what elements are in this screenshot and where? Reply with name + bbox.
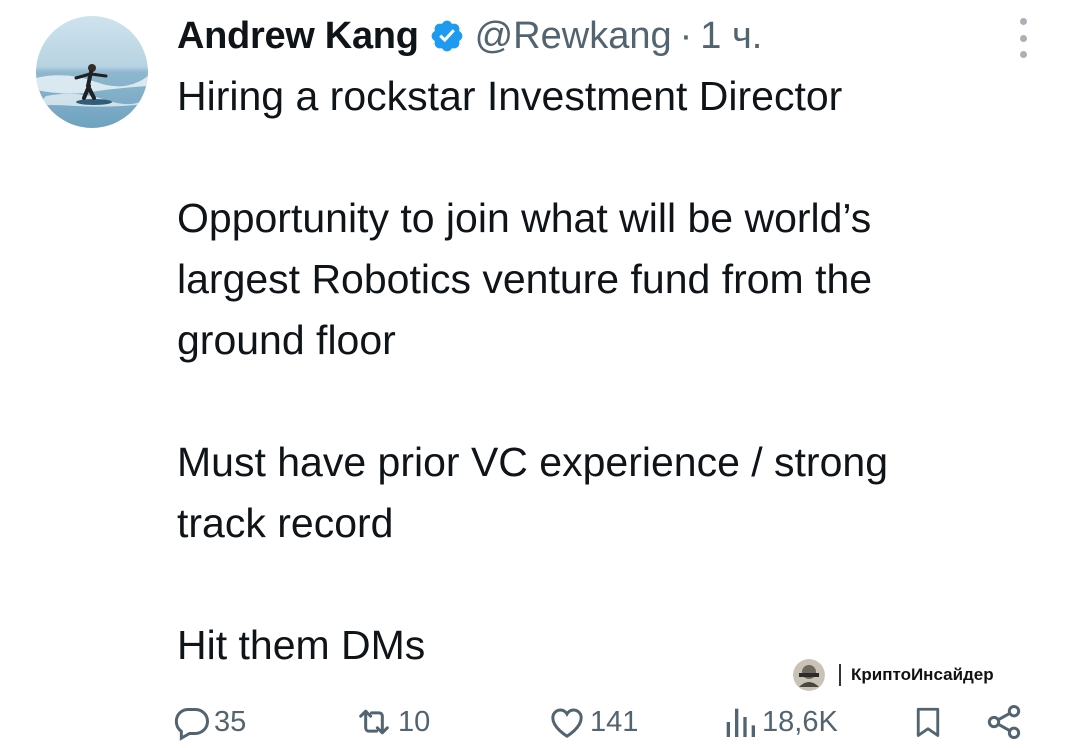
watermark-divider	[839, 664, 841, 686]
views-count: 18,6K	[762, 705, 838, 738]
views-icon	[720, 702, 760, 742]
tweet-text: Hiring a rockstar Investment Director Op…	[177, 66, 1037, 676]
more-options-icon[interactable]	[1008, 16, 1038, 60]
retweet-count: 10	[398, 705, 431, 738]
tweet-line: Opportunity to join what will be world’s	[177, 195, 872, 241]
channel-watermark: КриптоИнсайдер	[793, 658, 994, 692]
header-separator: ·	[679, 14, 693, 57]
author-name[interactable]: Andrew Kang	[177, 15, 419, 58]
tweet-timestamp[interactable]: 1 ч.	[700, 15, 762, 58]
tweet-action-bar: 35 10 141 18,6K	[172, 700, 1032, 744]
author-handle[interactable]: @Rewkang	[475, 15, 672, 58]
bookmark-button[interactable]	[910, 700, 946, 744]
tweet-line: ground floor	[177, 317, 396, 363]
tweet-line: largest Robotics venture fund from the	[177, 256, 873, 302]
reply-button[interactable]: 35	[172, 700, 246, 744]
tweet-line: track record	[177, 500, 394, 546]
like-count: 141	[590, 705, 639, 738]
watermark-text: КриптоИнсайдер	[851, 665, 994, 684]
tweet-line: Hiring a rockstar Investment Director	[177, 73, 843, 119]
share-icon	[984, 702, 1024, 742]
like-icon	[546, 702, 588, 742]
reply-count: 35	[214, 705, 247, 738]
author-avatar[interactable]	[36, 16, 148, 128]
share-button[interactable]	[984, 700, 1024, 744]
like-button[interactable]: 141	[546, 700, 638, 744]
verified-badge-icon	[429, 18, 465, 54]
tweet-line: Must have prior VC experience / strong	[177, 439, 888, 485]
retweet-button[interactable]: 10	[352, 700, 430, 744]
reply-icon	[172, 702, 212, 742]
retweet-icon	[352, 702, 396, 742]
avatar-surfer-image	[36, 16, 148, 128]
watermark-logo-icon	[793, 659, 825, 691]
views-button[interactable]: 18,6K	[720, 700, 838, 744]
tweet-header: Andrew Kang @Rewkang · 1 ч.	[177, 10, 762, 62]
bookmark-icon	[910, 702, 946, 742]
